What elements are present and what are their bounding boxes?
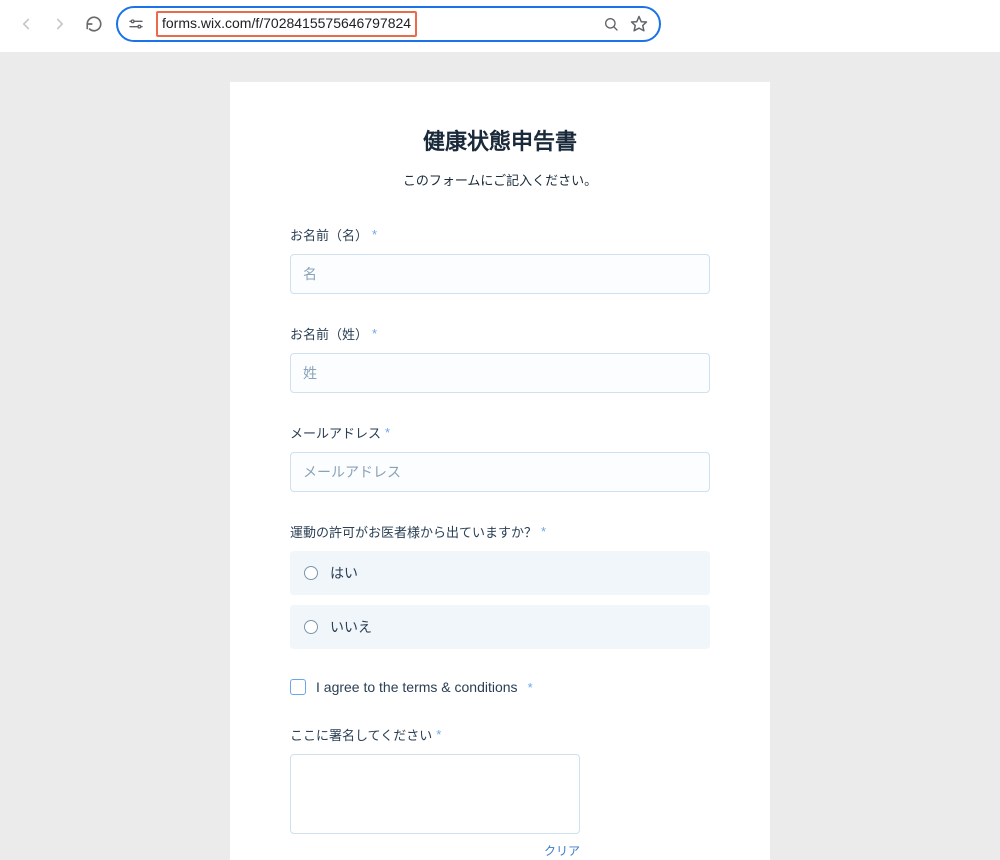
required-mark: * — [541, 524, 546, 539]
first-name-label: お名前（名） * — [290, 225, 710, 244]
address-bar[interactable]: forms.wix.com/f/7028415575646797824 — [116, 6, 661, 42]
radio-label: いいえ — [330, 617, 372, 637]
checkbox-icon — [290, 679, 306, 695]
required-mark: * — [528, 680, 533, 695]
first-name-input[interactable] — [290, 254, 710, 294]
field-first-name: お名前（名） * — [290, 225, 710, 294]
required-mark: * — [436, 727, 441, 742]
page-background: 健康状態申告書 このフォームにご記入ください。 お名前（名） * お名前（姓） … — [0, 52, 1000, 860]
field-exercise-permission: 運動の許可がお医者様から出ていますか？ * はい いいえ — [290, 522, 710, 649]
last-name-input[interactable] — [290, 353, 710, 393]
field-signature: ここに署名してください * クリア — [290, 725, 710, 859]
form-card: 健康状態申告書 このフォームにご記入ください。 お名前（名） * お名前（姓） … — [230, 82, 770, 860]
search-icon[interactable] — [601, 14, 621, 34]
signature-canvas[interactable] — [290, 754, 580, 834]
radio-icon — [304, 566, 318, 580]
url-highlight-box: forms.wix.com/f/7028415575646797824 — [156, 11, 417, 37]
bookmark-star-icon[interactable] — [629, 14, 649, 34]
reload-button[interactable] — [82, 12, 106, 36]
back-button[interactable] — [14, 12, 38, 36]
field-last-name: お名前（姓） * — [290, 324, 710, 393]
email-label: メールアドレス * — [290, 423, 710, 442]
required-mark: * — [372, 326, 377, 341]
radio-icon — [304, 620, 318, 634]
terms-row[interactable]: I agree to the terms & conditions * — [290, 679, 710, 695]
radio-option-yes[interactable]: はい — [290, 551, 710, 595]
signature-label: ここに署名してください * — [290, 725, 710, 744]
required-mark: * — [385, 425, 390, 440]
signature-clear-link[interactable]: クリア — [290, 842, 580, 859]
forward-button[interactable] — [48, 12, 72, 36]
required-mark: * — [372, 227, 377, 242]
browser-toolbar: forms.wix.com/f/7028415575646797824 — [0, 0, 1000, 52]
form-title: 健康状態申告書 — [290, 124, 710, 156]
exercise-permission-label: 運動の許可がお医者様から出ていますか？ * — [290, 522, 710, 541]
radio-label: はい — [330, 563, 358, 583]
terms-label: I agree to the terms & conditions — [316, 679, 518, 695]
email-input[interactable] — [290, 452, 710, 492]
field-email: メールアドレス * — [290, 423, 710, 492]
form-subtitle: このフォームにご記入ください。 — [290, 170, 710, 189]
radio-option-no[interactable]: いいえ — [290, 605, 710, 649]
site-settings-icon[interactable] — [126, 14, 146, 34]
url-text: forms.wix.com/f/7028415575646797824 — [162, 15, 411, 31]
last-name-label: お名前（姓） * — [290, 324, 710, 343]
